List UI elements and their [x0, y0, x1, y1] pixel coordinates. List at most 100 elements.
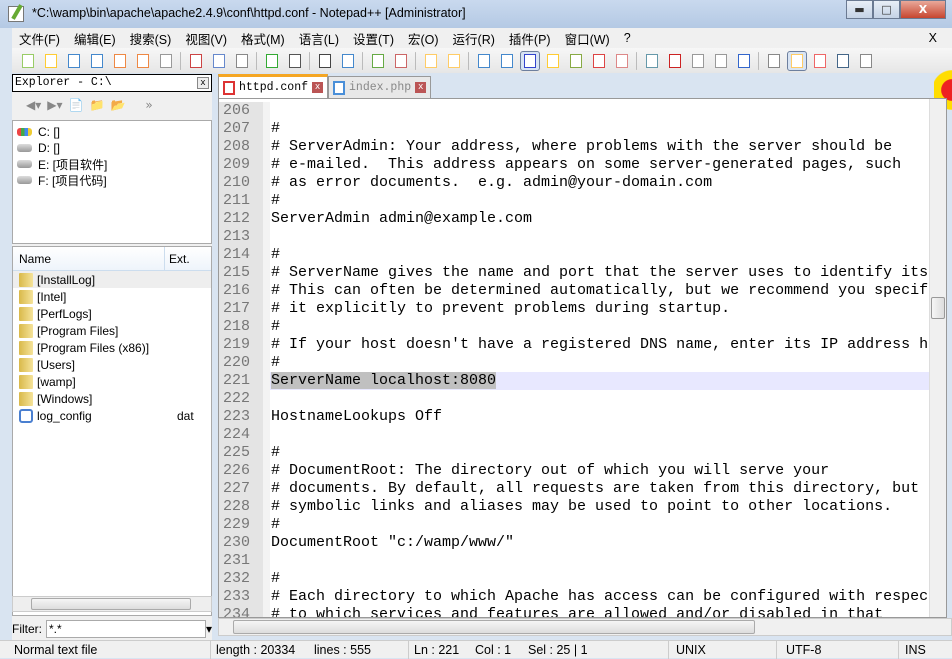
- play-multiple-icon[interactable]: [735, 52, 753, 70]
- copy-icon[interactable]: [210, 52, 228, 70]
- tab-close-icon[interactable]: x: [415, 82, 427, 93]
- paste-icon[interactable]: [233, 52, 251, 70]
- line-text: #: [270, 444, 930, 462]
- indent-guide-icon[interactable]: [519, 50, 540, 71]
- column-name[interactable]: Name: [13, 247, 165, 270]
- undo-icon[interactable]: [263, 52, 281, 70]
- drive-item[interactable]: C: []: [17, 124, 207, 140]
- drive-item[interactable]: D: []: [17, 140, 207, 156]
- more-icon[interactable]: »: [145, 98, 152, 112]
- find-icon[interactable]: 📂: [110, 98, 125, 112]
- editor-vscroll[interactable]: [929, 99, 946, 617]
- save-macro-icon[interactable]: [765, 52, 783, 70]
- filter-input[interactable]: [46, 620, 206, 638]
- file-row[interactable]: [Intel]: [13, 288, 211, 305]
- close-icon[interactable]: [111, 52, 129, 70]
- menu-item[interactable]: 编辑(E): [67, 29, 123, 48]
- menu-item[interactable]: 设置(T): [346, 29, 401, 48]
- minimize-button[interactable]: ▬: [846, 0, 873, 19]
- filter-dropdown-icon[interactable]: ▾: [206, 622, 212, 636]
- file-row[interactable]: [Users]: [13, 356, 211, 373]
- open-icon[interactable]: [42, 52, 60, 70]
- tab-close-icon[interactable]: x: [312, 82, 324, 93]
- show-all-icon[interactable]: [498, 52, 516, 70]
- menu-item[interactable]: 视图(V): [178, 29, 234, 48]
- save-icon[interactable]: [65, 52, 83, 70]
- new-folder-icon[interactable]: 📁: [89, 98, 104, 112]
- close-document-button[interactable]: X: [922, 31, 944, 45]
- tab-index-php[interactable]: index.php x: [328, 76, 432, 98]
- menu-item[interactable]: 插件(P): [502, 29, 558, 48]
- fold-margin: [263, 570, 270, 588]
- file-name: [Intel]: [37, 289, 67, 304]
- redo-icon[interactable]: [286, 52, 304, 70]
- tab-httpd-conf[interactable]: httpd.conf x: [218, 74, 329, 98]
- back-icon[interactable]: ◀▾: [26, 98, 41, 112]
- toolbar-separator: [362, 51, 363, 70]
- fold-margin: [263, 390, 270, 408]
- cut-icon[interactable]: [187, 52, 205, 70]
- line-content: # as error documents. e.g. admin@your-do…: [271, 174, 713, 191]
- folder-workspace-icon[interactable]: [613, 52, 631, 70]
- zoom-out-icon[interactable]: [392, 52, 410, 70]
- close-all-icon[interactable]: [134, 52, 152, 70]
- line-content: # This can often be determined automatic…: [271, 282, 929, 299]
- file-row[interactable]: [Windows]: [13, 390, 211, 407]
- menu-item[interactable]: 搜索(S): [123, 29, 179, 48]
- record-icon[interactable]: [666, 52, 684, 70]
- menu-item[interactable]: 宏(O): [401, 29, 446, 48]
- function-list-icon[interactable]: [590, 52, 608, 70]
- line-text: HostnameLookups Off: [270, 408, 930, 426]
- line-number: 221: [219, 372, 263, 390]
- monitor-icon[interactable]: [643, 52, 661, 70]
- close-button[interactable]: X: [900, 0, 946, 19]
- find-icon[interactable]: [316, 52, 334, 70]
- sync-h-icon[interactable]: [445, 52, 463, 70]
- code-editor[interactable]: 206 207 #208 # ServerAdmin: Your address, w…: [218, 98, 947, 618]
- menu-item[interactable]: 文件(F): [12, 29, 67, 48]
- sync-v-icon[interactable]: [422, 52, 440, 70]
- play-icon[interactable]: [712, 52, 730, 70]
- favorites-icon[interactable]: [811, 52, 829, 70]
- new-file-icon[interactable]: 📄: [69, 98, 84, 112]
- maximize-button[interactable]: □: [873, 0, 900, 19]
- fold-margin: [263, 138, 270, 156]
- menu-item[interactable]: 窗口(W): [558, 29, 617, 48]
- fold-margin: [263, 408, 270, 426]
- word-wrap-icon[interactable]: [475, 52, 493, 70]
- udl-icon[interactable]: [544, 52, 562, 70]
- replace-icon[interactable]: [339, 52, 357, 70]
- menu-item[interactable]: ?: [617, 31, 638, 45]
- file-row[interactable]: [Program Files (x86)]: [13, 339, 211, 356]
- line-text: [270, 228, 930, 246]
- drive-item[interactable]: F: [项目代码]: [17, 172, 207, 188]
- code-line: 215 # ServerName gives the name and port …: [219, 264, 930, 282]
- forward-icon[interactable]: ▶▾: [47, 98, 62, 112]
- menu-item[interactable]: 语言(L): [292, 29, 346, 48]
- line-text: #: [270, 120, 930, 138]
- stop-icon[interactable]: [689, 52, 707, 70]
- zoom-in-icon[interactable]: [369, 52, 387, 70]
- menu-item[interactable]: 格式(M): [234, 29, 292, 48]
- drive-item[interactable]: E: [项目软件]: [17, 156, 207, 172]
- file-row[interactable]: log_config dat: [13, 407, 211, 424]
- fold-margin: [263, 156, 270, 174]
- menu-item[interactable]: 运行(R): [446, 29, 502, 48]
- spell-icon[interactable]: [857, 52, 875, 70]
- doc-map-icon[interactable]: [567, 52, 585, 70]
- column-ext[interactable]: Ext.: [165, 252, 190, 266]
- file-list-hscroll[interactable]: [12, 596, 212, 612]
- new-icon[interactable]: [19, 52, 37, 70]
- explorer-close-button[interactable]: x: [197, 77, 209, 89]
- file-row[interactable]: [wamp]: [13, 373, 211, 390]
- file-row[interactable]: [InstallLog]: [13, 271, 211, 288]
- folder-icon: [19, 391, 33, 406]
- save-all-icon[interactable]: [88, 52, 106, 70]
- file-row[interactable]: [PerfLogs]: [13, 305, 211, 322]
- folder-icon: [19, 272, 33, 287]
- editor-hscroll[interactable]: [218, 618, 952, 636]
- print-icon[interactable]: [157, 52, 175, 70]
- explorer-icon[interactable]: [786, 50, 807, 71]
- file-row[interactable]: [Program Files]: [13, 322, 211, 339]
- console-icon[interactable]: [834, 52, 852, 70]
